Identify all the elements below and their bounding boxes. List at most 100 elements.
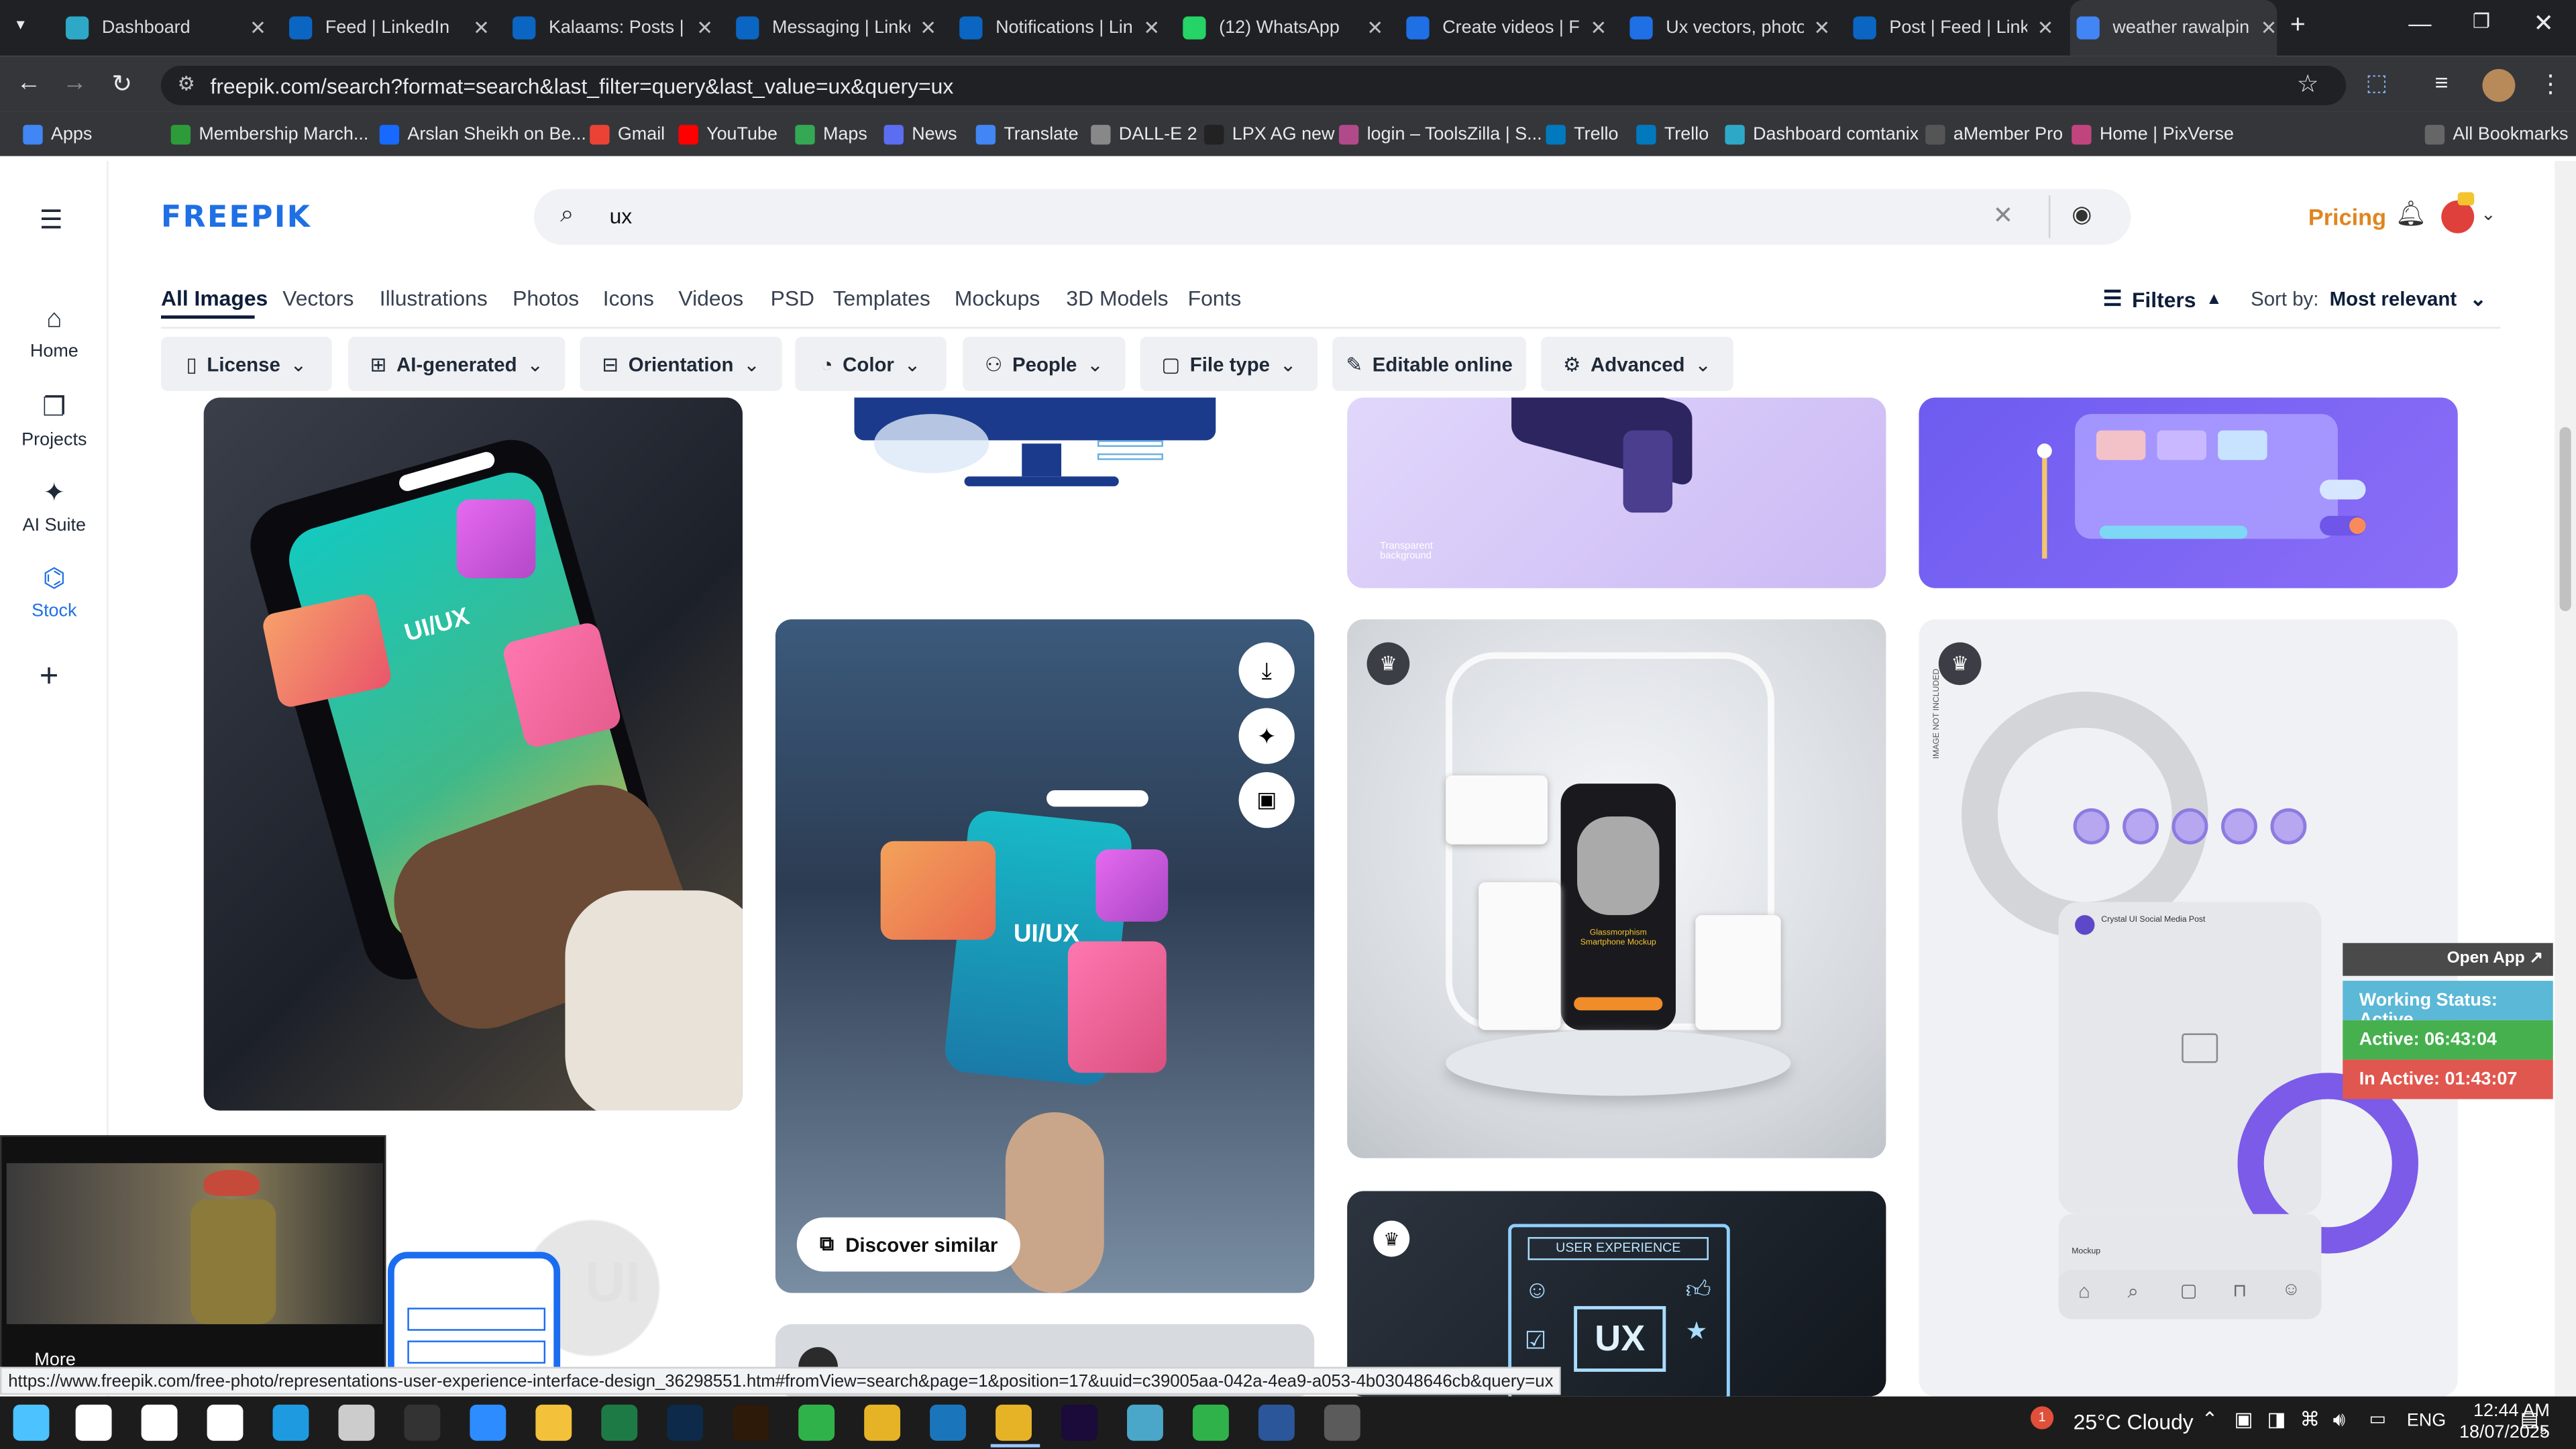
- image-card-purple-dashboard[interactable]: [1919, 397, 2458, 588]
- tab-icons[interactable]: Icons: [603, 286, 654, 311]
- forward-icon[interactable]: →: [62, 69, 87, 97]
- image-card-glass-mockup[interactable]: ♛ Glassmorphism Smartphone Mockup: [1347, 619, 1886, 1159]
- tab-illustrations[interactable]: Illustrations: [380, 286, 488, 311]
- minimize-button[interactable]: —: [2408, 10, 2431, 36]
- premiere-icon[interactable]: [1061, 1404, 1097, 1441]
- filter-editable-online[interactable]: ✎ Editable online: [1332, 337, 1527, 391]
- tab-photos[interactable]: Photos: [513, 286, 579, 311]
- bookmark-item[interactable]: Membership March...: [170, 112, 368, 156]
- video-pip[interactable]: More: [0, 1135, 386, 1370]
- bookmark-item[interactable]: News: [883, 112, 957, 156]
- tab-fonts[interactable]: Fonts: [1188, 286, 1242, 311]
- battery-icon[interactable]: ▭: [2369, 1408, 2385, 1429]
- word-icon[interactable]: [1258, 1404, 1295, 1441]
- illustrator-icon[interactable]: [733, 1404, 769, 1441]
- tab-close-icon[interactable]: ✕: [1366, 16, 1383, 39]
- nav-stock[interactable]: ⌬ Stock: [0, 562, 109, 621]
- address-bar[interactable]: ⚙ freepik.com/search?format=search&last_…: [161, 65, 2347, 105]
- weather-text[interactable]: 25°C Cloudy: [2074, 1409, 2194, 1434]
- tab-vectors[interactable]: Vectors: [282, 286, 354, 311]
- bookmark-item[interactable]: LPX AG new: [1204, 112, 1335, 156]
- nav-home[interactable]: ⌂ Home: [0, 306, 109, 362]
- notification-icon[interactable]: ▤: [2520, 1408, 2539, 1431]
- photoshop-icon[interactable]: [667, 1404, 704, 1441]
- site-info-icon[interactable]: ⚙: [177, 72, 195, 95]
- tray-chevron-icon[interactable]: ⌃: [2202, 1408, 2218, 1431]
- clear-search-icon[interactable]: ✕: [1993, 201, 2014, 230]
- excel-icon[interactable]: [601, 1404, 638, 1441]
- image-card-monitor[interactable]: [775, 397, 1315, 582]
- edge-icon[interactable]: [272, 1404, 309, 1441]
- search-icon[interactable]: [75, 1404, 112, 1441]
- profile-avatar[interactable]: [2482, 68, 2516, 102]
- tab-close-icon[interactable]: ✕: [2261, 16, 2277, 39]
- windows-start-icon[interactable]: [13, 1404, 50, 1441]
- nav-ai-suite[interactable]: ✦ AI Suite: [0, 476, 109, 535]
- bookmark-item[interactable]: Maps: [795, 112, 867, 156]
- download-icon[interactable]: ⤓: [1238, 642, 1295, 698]
- tab-3d-models[interactable]: 3D Models: [1066, 286, 1168, 311]
- bell-icon[interactable]: 🔔︎: [2396, 199, 2427, 229]
- reload-icon[interactable]: ↻: [112, 69, 133, 99]
- task-view-icon[interactable]: [207, 1404, 244, 1441]
- file-explorer-icon[interactable]: [535, 1404, 572, 1441]
- tab-close-icon[interactable]: ✕: [1590, 16, 1607, 39]
- pen-icon[interactable]: [338, 1404, 375, 1441]
- bookmark-item[interactable]: Arslan Sheikh on Be...: [379, 112, 586, 156]
- open-app-button[interactable]: Open App ↗: [2343, 943, 2553, 976]
- filter-people[interactable]: ⚇ People ⌄: [963, 337, 1126, 391]
- search-bar[interactable]: ⌕ ux ✕ ◉: [533, 189, 2131, 245]
- browser-tab[interactable]: Dashboard ✕: [59, 0, 266, 56]
- scrollbar-track[interactable]: [2555, 161, 2576, 1397]
- new-tab-button[interactable]: +: [2290, 11, 2306, 41]
- chrome-menu-icon[interactable]: ⋮: [2538, 69, 2563, 99]
- image-card-user-experience[interactable]: ♛ USER EXPERIENCE UX ☺ 👍︎ ★ ☑: [1347, 1191, 1886, 1397]
- tab-close-icon[interactable]: ✕: [473, 16, 490, 39]
- discover-similar-button[interactable]: ⧉ Discover similar: [796, 1217, 1021, 1272]
- tab-close-icon[interactable]: ✕: [2037, 16, 2054, 39]
- media-control-icon[interactable]: ≡: [2434, 69, 2448, 95]
- camtasia-icon[interactable]: [1192, 1404, 1229, 1441]
- volume-icon[interactable]: 🔊︎: [2333, 1408, 2346, 1433]
- filter-file-type[interactable]: ▢ File type ⌄: [1140, 337, 1318, 391]
- tab-search-icon[interactable]: ▾: [16, 16, 24, 34]
- tab-mockups[interactable]: Mockups: [955, 286, 1040, 311]
- hamburger-menu-icon[interactable]: ☰: [40, 204, 63, 237]
- wifi-icon[interactable]: ⌘: [2300, 1408, 2320, 1431]
- bookmark-item[interactable]: Home | PixVerse: [2072, 112, 2234, 156]
- browser-tab[interactable]: Post | Feed | Linke ✕: [1847, 0, 2054, 56]
- browser-tab[interactable]: Notifications | Lin ✕: [953, 0, 1160, 56]
- sort-dropdown[interactable]: Most relevant ⌄: [2330, 288, 2487, 311]
- image-card-uiux-hand[interactable]: UI/UX: [203, 397, 743, 1111]
- terminal-icon[interactable]: [404, 1404, 441, 1441]
- add-to-collection-icon[interactable]: ▣: [1238, 772, 1295, 828]
- language-indicator[interactable]: ENG: [2407, 1411, 2446, 1431]
- restore-button[interactable]: ❐: [2473, 10, 2490, 33]
- image-card-purple-device[interactable]: Transparent background: [1347, 397, 1886, 588]
- bookmark-item[interactable]: Dashboard comtanix: [1725, 112, 1919, 156]
- bookmark-item[interactable]: YouTube: [678, 112, 777, 156]
- tab-templates[interactable]: Templates: [833, 286, 930, 311]
- tab-close-icon[interactable]: ✕: [250, 16, 266, 39]
- image-card-uiux-blue[interactable]: UI/UX ⤓ ✦ ▣ ⧉ Discover similar: [775, 619, 1315, 1293]
- bookmark-item[interactable]: Gmail: [590, 112, 665, 156]
- calculator-icon[interactable]: [1324, 1404, 1360, 1441]
- browser-tab[interactable]: Kalaams: Posts | L ✕: [506, 0, 713, 56]
- bookmark-item[interactable]: All Bookmarks: [2424, 112, 2569, 156]
- tab-psd[interactable]: PSD: [771, 286, 814, 311]
- tray-app-icon[interactable]: ◨: [2267, 1408, 2286, 1431]
- ai-edit-icon[interactable]: ✦: [1238, 708, 1295, 764]
- tab-all-images[interactable]: All Images: [161, 286, 268, 311]
- tab-close-icon[interactable]: ✕: [920, 16, 936, 39]
- browser-tab[interactable]: Create videos | Fr ✕: [1400, 0, 1607, 56]
- search-input[interactable]: ux: [610, 204, 633, 229]
- close-window-button[interactable]: ✕: [2533, 8, 2554, 38]
- user-avatar[interactable]: [2441, 200, 2475, 233]
- filters-toggle[interactable]: ☰ Filters ▲: [2103, 286, 2222, 312]
- browser-tab[interactable]: Feed | LinkedIn ✕: [282, 0, 490, 56]
- chrome-active-icon[interactable]: [996, 1404, 1032, 1441]
- bookmark-item[interactable]: Trello: [1546, 112, 1619, 156]
- filter-ai-generated[interactable]: ⊞ AI-generated ⌄: [348, 337, 566, 391]
- browser-tab[interactable]: Messaging | Linke ✕: [729, 0, 936, 56]
- add-icon[interactable]: +: [40, 659, 59, 696]
